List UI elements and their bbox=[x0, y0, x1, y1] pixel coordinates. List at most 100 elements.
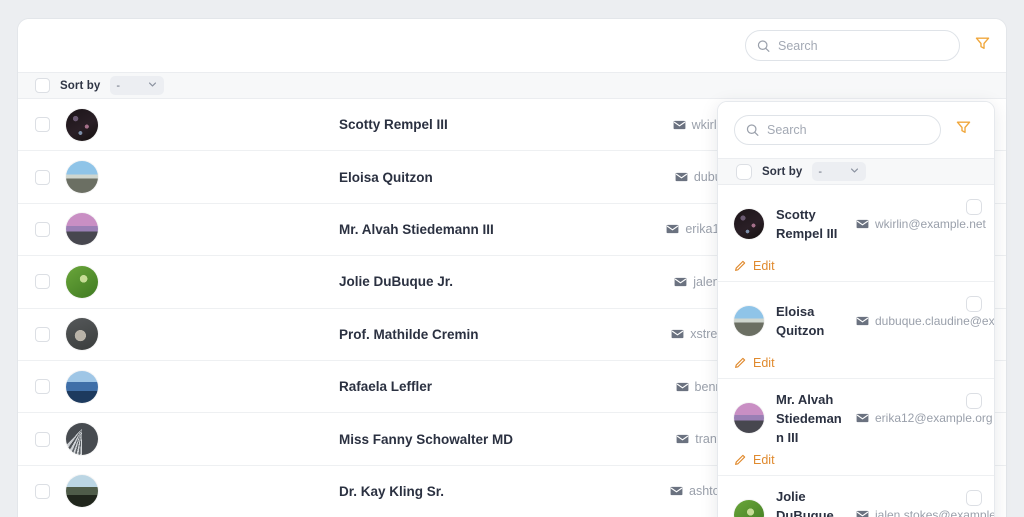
overlay-sort-by-select[interactable]: - bbox=[812, 162, 867, 181]
avatar bbox=[734, 500, 764, 517]
overlay-row-checkbox[interactable] bbox=[966, 296, 982, 312]
envelope-icon bbox=[673, 120, 686, 130]
chevron-down-icon bbox=[147, 77, 158, 95]
list-item[interactable]: Jolie DuBuque Jr. jalen.stokes@example.c… bbox=[718, 476, 994, 517]
row-checkbox[interactable] bbox=[35, 379, 50, 395]
edit-link[interactable]: Edit bbox=[718, 356, 994, 370]
contact-name: Prof. Mathilde Cremin bbox=[339, 326, 479, 342]
contact-email: erika12@example.org bbox=[856, 411, 993, 425]
row-checkbox[interactable] bbox=[35, 326, 50, 342]
chevron-down-icon bbox=[849, 163, 860, 181]
envelope-icon bbox=[856, 413, 869, 423]
row-checkbox[interactable] bbox=[35, 483, 50, 499]
list-item[interactable]: Eloisa Quitzon dubuque.claudine@example … bbox=[718, 282, 994, 379]
list-item[interactable]: Mr. Alvah Stiedemann III erika12@example… bbox=[718, 379, 994, 476]
overlay-select-all-checkbox[interactable] bbox=[736, 163, 752, 180]
contact-name: Jolie DuBuque Jr. bbox=[776, 488, 834, 517]
search-input[interactable] bbox=[778, 38, 949, 53]
toolbar bbox=[18, 19, 1006, 72]
overlay-item-text: Scotty Rempel III wkirlin@example.net bbox=[776, 205, 986, 243]
contact-email-text: jalen.stokes@example.com bbox=[875, 508, 994, 517]
overlay-item-text: Mr. Alvah Stiedemann III erika12@example… bbox=[776, 390, 993, 447]
avatar bbox=[734, 306, 764, 336]
avatar bbox=[734, 209, 764, 239]
avatar bbox=[66, 370, 98, 403]
funnel-icon bbox=[955, 119, 972, 141]
sort-bar: Sort by - bbox=[18, 72, 1006, 99]
contact-name: Scotty Rempel III bbox=[776, 207, 838, 241]
edit-link-label: Edit bbox=[753, 356, 775, 370]
envelope-icon bbox=[676, 434, 689, 444]
edit-link[interactable]: Edit bbox=[718, 259, 994, 273]
overlay-contacts-list: Scotty Rempel III wkirlin@example.net Ed… bbox=[718, 185, 994, 517]
avatar bbox=[734, 403, 764, 433]
avatar bbox=[66, 475, 98, 508]
row-checkbox[interactable] bbox=[35, 117, 50, 133]
envelope-icon bbox=[676, 382, 689, 392]
overlay-item-main: Eloisa Quitzon dubuque.claudine@example bbox=[718, 292, 994, 350]
envelope-icon bbox=[671, 329, 684, 339]
overlay-sort-by-value: - bbox=[818, 165, 822, 178]
contact-name: Dr. Kay Kling Sr. bbox=[339, 483, 445, 499]
search-input-wrapper[interactable] bbox=[745, 30, 960, 61]
envelope-icon bbox=[666, 224, 679, 234]
search-icon bbox=[757, 39, 770, 52]
row-checkbox[interactable] bbox=[35, 221, 50, 237]
row-checkbox[interactable] bbox=[35, 169, 50, 185]
avatar-wrapper bbox=[66, 265, 98, 298]
pencil-icon bbox=[734, 260, 746, 272]
avatar-wrapper bbox=[66, 213, 98, 246]
search-icon bbox=[746, 124, 759, 137]
overlay-sort-by-label: Sort by bbox=[762, 165, 803, 178]
contact-name: Eloisa Quitzon bbox=[339, 169, 433, 185]
contact-email-text: erika12@example.org bbox=[875, 411, 993, 425]
contact-email: wkirlin@example.net bbox=[856, 217, 986, 231]
page-root: Sort by - Scotty Rempel III wkirlin@e bbox=[0, 0, 1024, 517]
overlay-row-checkbox[interactable] bbox=[966, 393, 982, 409]
contact-name: Mr. Alvah Stiedemann III bbox=[339, 221, 494, 237]
avatar bbox=[66, 265, 98, 298]
select-all-checkbox[interactable] bbox=[35, 78, 50, 93]
contact-name: Miss Fanny Schowalter MD bbox=[339, 431, 514, 447]
avatar-wrapper bbox=[66, 423, 98, 456]
row-checkbox[interactable] bbox=[35, 431, 50, 447]
overlay-row-checkbox[interactable] bbox=[966, 199, 982, 215]
avatar-wrapper bbox=[66, 108, 98, 141]
avatar-wrapper bbox=[66, 370, 98, 403]
avatar bbox=[66, 108, 98, 141]
sort-by-label: Sort by bbox=[60, 79, 101, 92]
envelope-icon bbox=[856, 219, 869, 229]
overlay-row-checkbox[interactable] bbox=[966, 490, 982, 506]
avatar bbox=[66, 318, 98, 351]
contact-email-text: wkirlin@example.net bbox=[875, 217, 986, 231]
contact-name: Eloisa Quitzon bbox=[776, 304, 825, 338]
contact-name: Scotty Rempel III bbox=[339, 117, 448, 133]
overlay-item-text: Eloisa Quitzon dubuque.claudine@example bbox=[776, 302, 994, 340]
envelope-icon bbox=[670, 486, 683, 496]
list-item[interactable]: Scotty Rempel III wkirlin@example.net Ed… bbox=[718, 185, 994, 282]
pencil-icon bbox=[734, 454, 746, 466]
funnel-icon bbox=[974, 35, 991, 57]
envelope-icon bbox=[675, 172, 688, 182]
contact-name: Mr. Alvah Stiedemann III bbox=[776, 391, 842, 445]
filter-button[interactable] bbox=[972, 36, 992, 56]
overlay-item-text: Jolie DuBuque Jr. jalen.stokes@example.c… bbox=[776, 487, 994, 517]
pencil-icon bbox=[734, 357, 746, 369]
edit-link[interactable]: Edit bbox=[718, 453, 994, 467]
avatar-wrapper bbox=[66, 318, 98, 351]
overlay-filter-button[interactable] bbox=[953, 120, 973, 140]
row-checkbox[interactable] bbox=[35, 274, 50, 290]
avatar bbox=[66, 161, 98, 194]
overlay-search-input-wrapper[interactable] bbox=[734, 115, 941, 145]
avatar-wrapper bbox=[66, 161, 98, 194]
overlay-search-input[interactable] bbox=[767, 123, 930, 137]
overlay-item-main: Scotty Rempel III wkirlin@example.net bbox=[718, 195, 994, 253]
contact-email: jalen.stokes@example.com bbox=[856, 508, 994, 517]
contact-name: Jolie DuBuque Jr. bbox=[339, 274, 454, 290]
envelope-icon bbox=[856, 316, 869, 326]
avatar bbox=[66, 423, 98, 456]
overlay-item-main: Mr. Alvah Stiedemann III erika12@example… bbox=[718, 389, 994, 447]
envelope-icon bbox=[674, 277, 687, 287]
contact-email-text: dubuque.claudine@example bbox=[875, 314, 995, 328]
sort-by-select[interactable]: - bbox=[110, 76, 165, 95]
